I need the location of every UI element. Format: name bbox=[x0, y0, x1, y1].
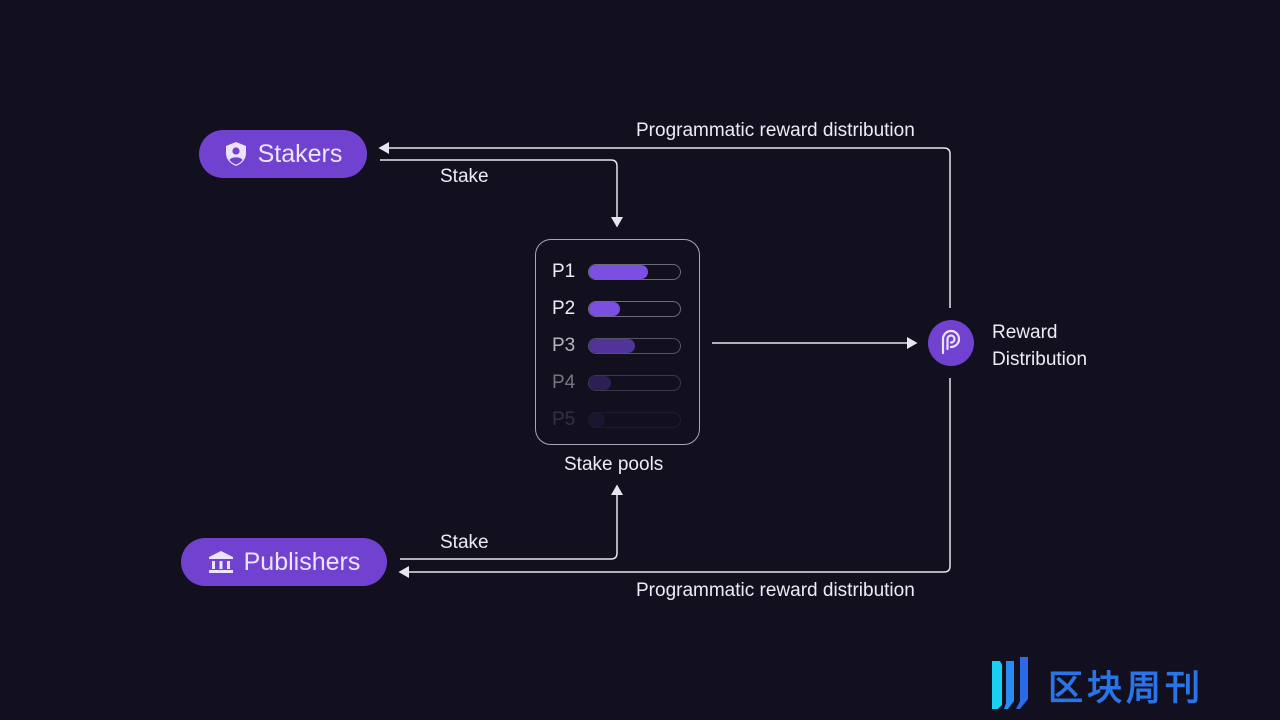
pool-bar-fill bbox=[589, 265, 649, 279]
reward-distribution-label: Reward Distribution bbox=[992, 319, 1087, 373]
stakers-node: Stakers bbox=[199, 130, 367, 178]
bank-icon bbox=[208, 550, 234, 574]
pool-name: P3 bbox=[552, 335, 576, 356]
pool-bar-track bbox=[588, 301, 681, 317]
reward-line1: Reward bbox=[992, 322, 1058, 343]
pyth-logo-icon bbox=[938, 327, 964, 360]
publishers-node: Publishers bbox=[181, 538, 387, 586]
watermark-text: 区块周刊 bbox=[1048, 669, 1205, 708]
pool-bar-fill bbox=[589, 413, 606, 427]
stake-pools-box: P1 P2 P3 P4 P5 bbox=[535, 239, 700, 445]
pool-name: P2 bbox=[552, 298, 576, 319]
stake-label-bottom: Stake bbox=[440, 532, 489, 553]
stake-pools-title: Stake pools bbox=[564, 454, 664, 475]
pool-row: P4 bbox=[552, 372, 681, 394]
reward-label-bottom: Programmatic reward distribution bbox=[636, 580, 915, 601]
pool-bar-fill bbox=[589, 376, 611, 390]
reward-line2: Distribution bbox=[992, 349, 1088, 370]
arrow-stakers-to-pools bbox=[380, 159, 623, 228]
pool-row: P5 bbox=[552, 409, 681, 431]
reward-label-top: Programmatic reward distribution bbox=[636, 120, 915, 141]
pool-row: P2 bbox=[552, 298, 681, 320]
pool-bar-track bbox=[588, 264, 681, 280]
reward-distribution-node bbox=[928, 320, 974, 366]
stakers-label: Stakers bbox=[257, 139, 343, 168]
pool-row: P3 bbox=[552, 335, 681, 357]
pool-name: P4 bbox=[552, 372, 576, 393]
pool-name: P1 bbox=[552, 261, 576, 282]
pool-bar-track bbox=[588, 375, 681, 391]
pool-bar-track bbox=[588, 412, 681, 428]
pool-bar-track bbox=[588, 338, 681, 354]
shield-user-icon bbox=[224, 141, 248, 167]
pool-row: P1 bbox=[552, 261, 681, 283]
pool-bar-fill bbox=[589, 302, 620, 316]
stake-label-top: Stake bbox=[440, 166, 489, 187]
arrow-publishers-to-pools bbox=[400, 484, 623, 560]
publishers-label: Publishers bbox=[243, 547, 361, 576]
pool-bar-fill bbox=[589, 339, 635, 353]
watermark-logo: 区块周刊 bbox=[990, 655, 1204, 716]
watermark-bars-icon bbox=[990, 655, 1038, 716]
pool-name: P5 bbox=[552, 409, 576, 430]
